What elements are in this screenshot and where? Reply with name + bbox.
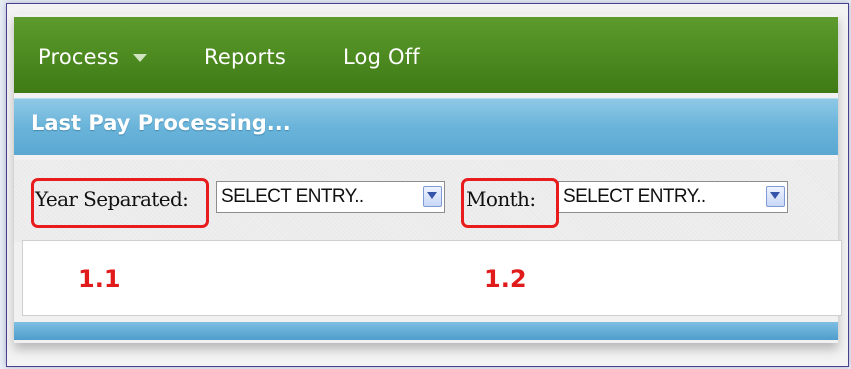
nav-item-process-label: Process <box>38 45 120 69</box>
chevron-down-icon <box>427 192 437 199</box>
footer-bar <box>14 322 838 340</box>
year-separated-select-value: SELECT ENTRY.. <box>221 186 364 207</box>
annotation-highlight-month <box>461 178 559 228</box>
annotation-label-year: 1.1 <box>78 265 121 293</box>
nav-item-log-off-label: Log Off <box>343 45 420 69</box>
nav-item-log-off[interactable]: Log Off <box>343 45 420 69</box>
year-dropdown-button[interactable] <box>423 186 442 207</box>
caret-down-icon <box>133 54 148 62</box>
nav-item-reports-label: Reports <box>204 45 286 69</box>
annotation-label-month: 1.2 <box>484 265 527 293</box>
page-header: Last Pay Processing... <box>14 98 838 155</box>
results-area <box>22 240 842 316</box>
annotation-highlight-year <box>31 178 209 228</box>
page-title: Last Pay Processing... <box>31 111 291 135</box>
year-separated-select[interactable]: SELECT ENTRY.. <box>216 181 445 213</box>
nav-item-process[interactable]: Process <box>38 45 148 69</box>
month-select[interactable]: SELECT ENTRY.. <box>558 181 788 213</box>
month-dropdown-button[interactable] <box>766 186 785 207</box>
month-select-value: SELECT ENTRY.. <box>563 186 706 207</box>
nav-item-reports[interactable]: Reports <box>204 45 286 69</box>
chevron-down-icon <box>770 192 780 199</box>
top-nav-bar: Process Reports Log Off <box>14 17 838 93</box>
